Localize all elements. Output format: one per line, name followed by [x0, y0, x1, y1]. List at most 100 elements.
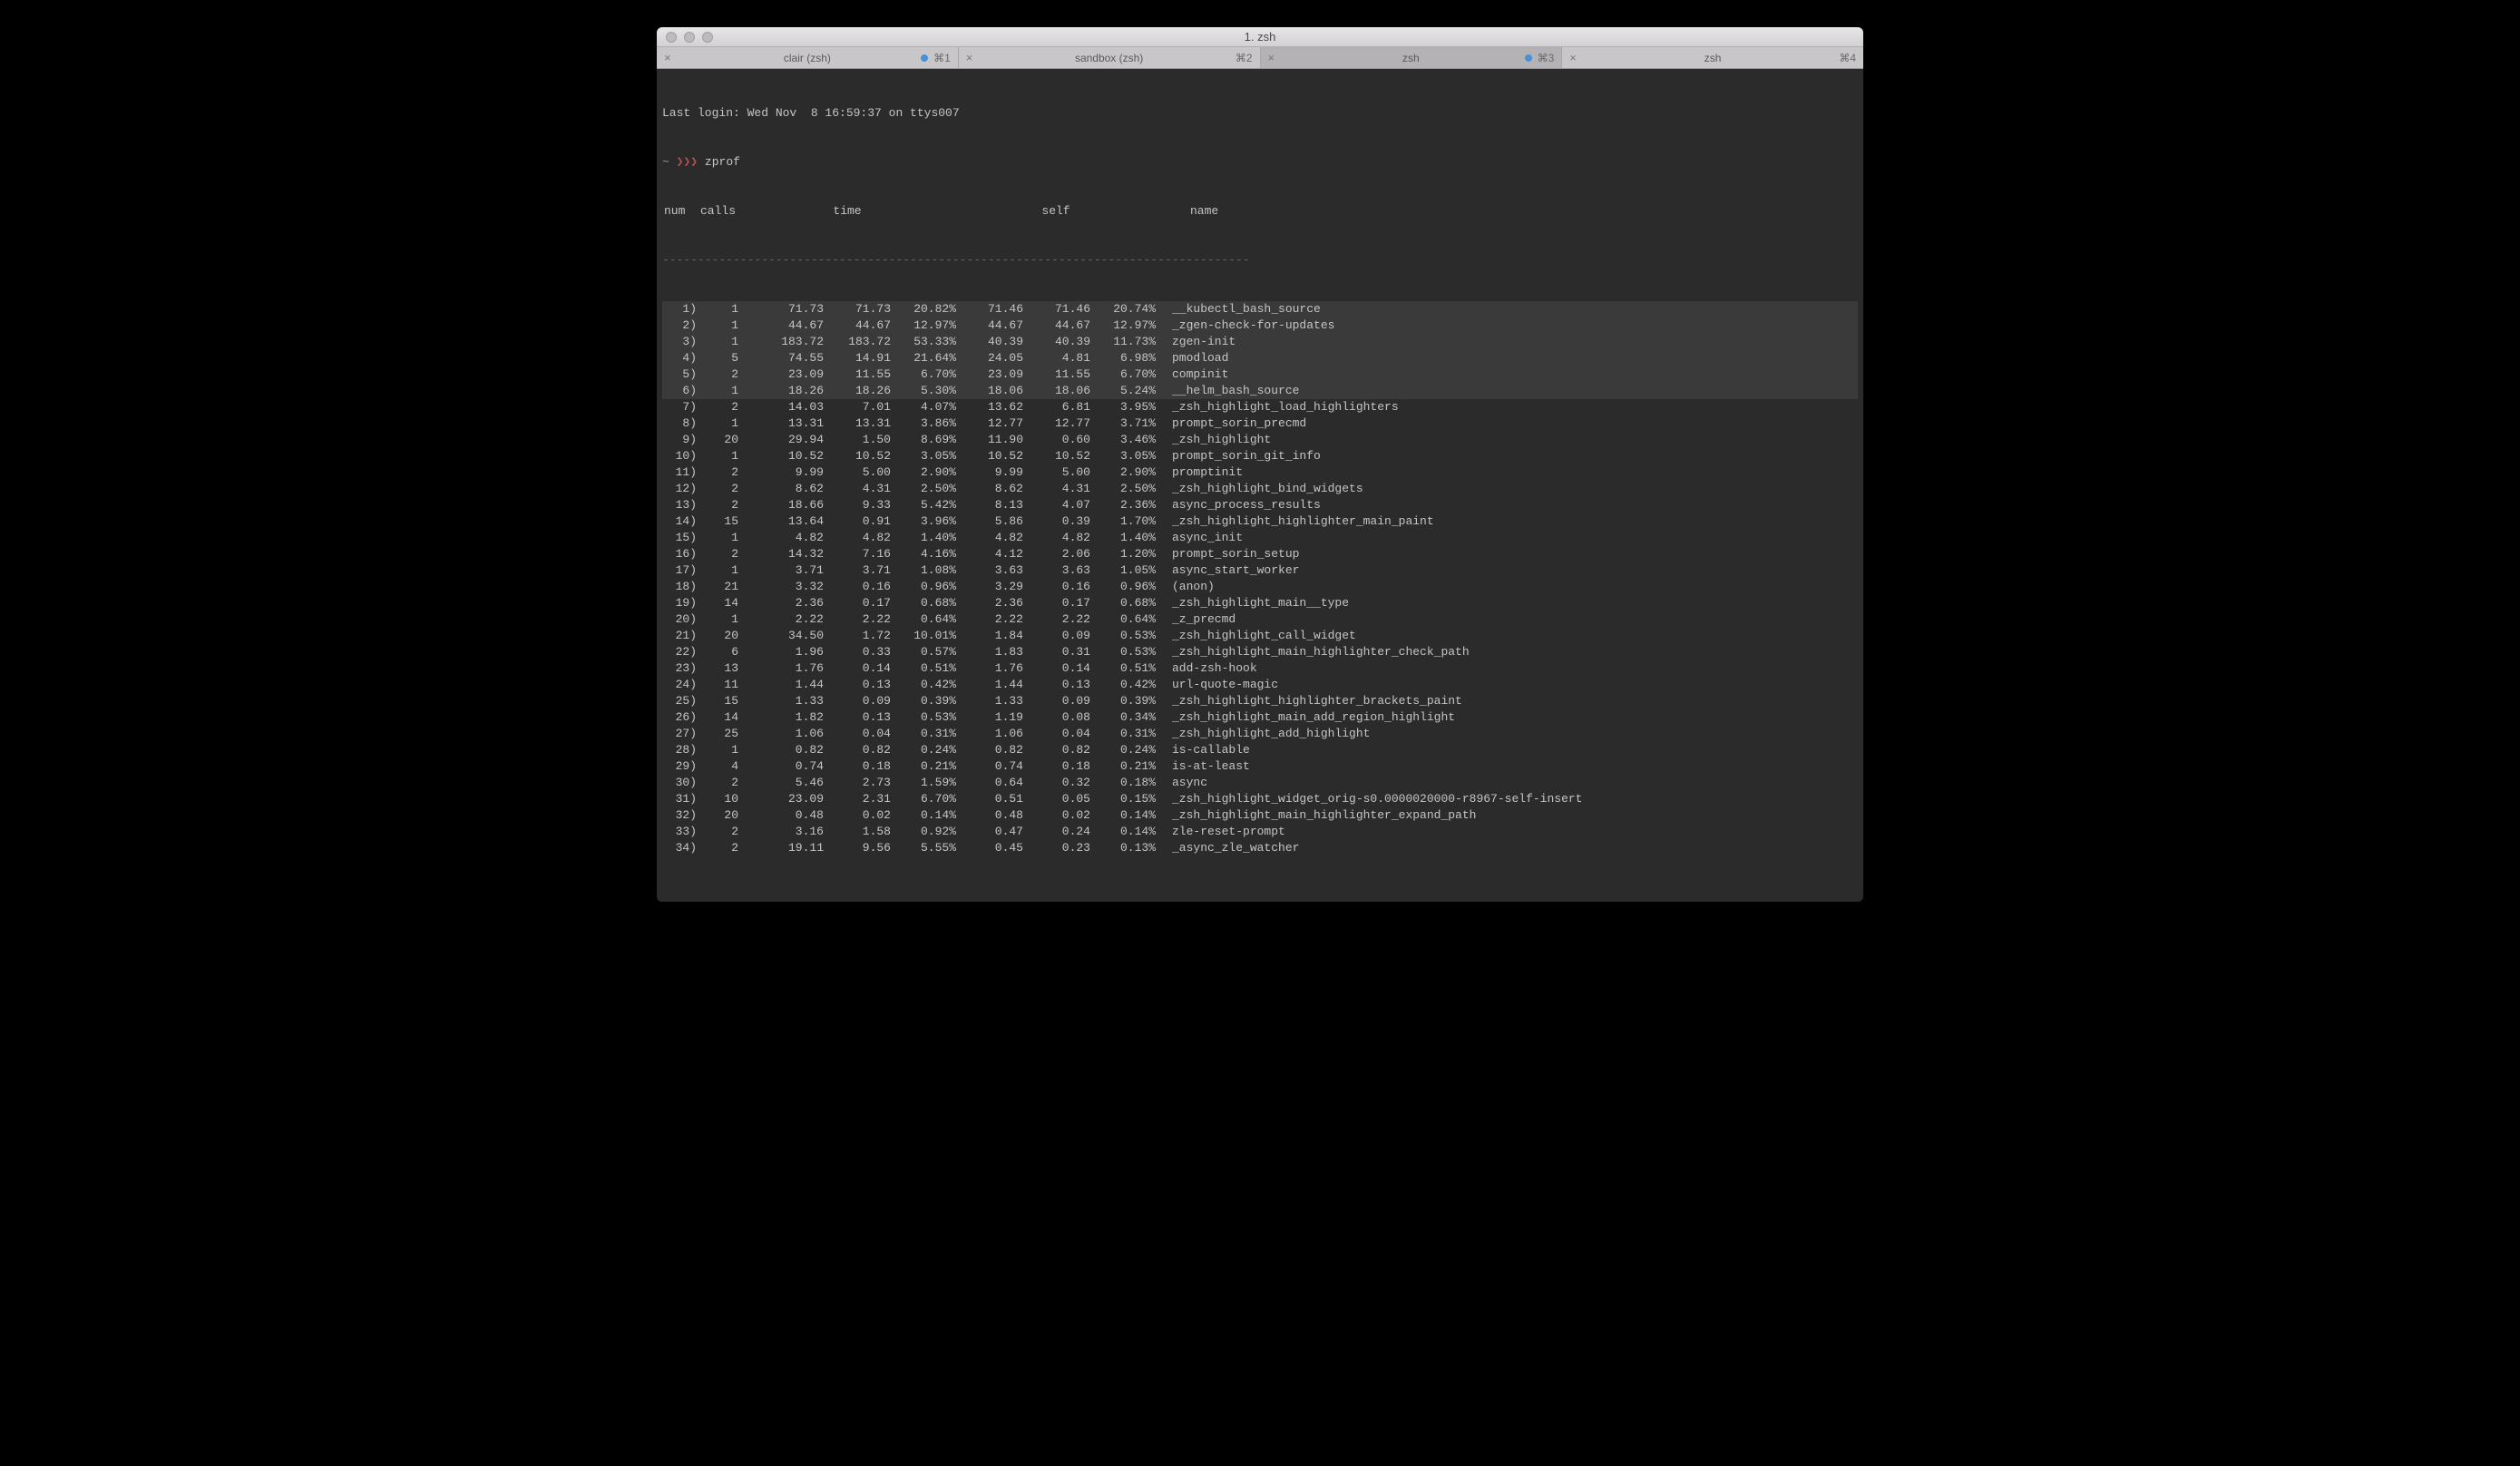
close-button[interactable] — [666, 32, 677, 43]
cell-s2: 0.18 — [1023, 758, 1090, 775]
cell-t2: 7.01 — [824, 399, 891, 415]
tab-right: ⌘2 — [1236, 52, 1253, 64]
cell-t2: 7.16 — [824, 546, 891, 562]
cell-num: 19) — [662, 595, 697, 611]
zoom-button[interactable] — [702, 32, 713, 43]
cell-t1: 23.09 — [738, 366, 824, 383]
cell-t1: 3.71 — [738, 562, 824, 579]
zprof-row: 27)251.060.040.31%1.060.040.31%_zsh_high… — [662, 726, 1858, 742]
cell-s1: 13.62 — [956, 399, 1023, 415]
tab-close-icon[interactable]: × — [664, 51, 671, 64]
cell-t2: 5.00 — [824, 464, 891, 481]
zprof-row: 31)1023.092.316.70%0.510.050.15%_zsh_hig… — [662, 791, 1858, 807]
cell-t3: 0.39% — [891, 693, 956, 709]
cell-t1: 4.82 — [738, 530, 824, 546]
cell-calls: 5 — [697, 350, 738, 366]
cell-s2: 0.31 — [1023, 644, 1090, 660]
cell-s1: 0.47 — [956, 824, 1023, 840]
zprof-row: 5)223.0911.556.70%23.0911.556.70%compini… — [662, 366, 1858, 383]
cell-s1: 8.13 — [956, 497, 1023, 513]
cell-s2: 40.39 — [1023, 334, 1090, 350]
cell-s3: 3.95% — [1090, 399, 1156, 415]
cell-t1: 14.03 — [738, 399, 824, 415]
terminal-body[interactable]: Last login: Wed Nov 8 16:59:37 on ttys00… — [657, 69, 1863, 902]
cell-s2: 6.81 — [1023, 399, 1090, 415]
cell-t2: 4.31 — [824, 481, 891, 497]
cell-name: _zsh_highlight_call_widget — [1156, 628, 1356, 644]
tab-1[interactable]: ×sandbox (zsh)⌘2 — [959, 47, 1261, 68]
zprof-row: 18)213.320.160.96%3.290.160.96%(anon) — [662, 579, 1858, 595]
zprof-row: 23)131.760.140.51%1.760.140.51%add-zsh-h… — [662, 660, 1858, 677]
tab-2[interactable]: ×zsh⌘3 — [1261, 47, 1563, 68]
cell-t1: 29.94 — [738, 432, 824, 448]
cell-s1: 24.05 — [956, 350, 1023, 366]
tab-right: ⌘3 — [1525, 52, 1555, 64]
minimize-button[interactable] — [684, 32, 695, 43]
cell-s2: 0.39 — [1023, 513, 1090, 530]
cell-s3: 1.05% — [1090, 562, 1156, 579]
zprof-row: 22)61.960.330.57%1.830.310.53%_zsh_highl… — [662, 644, 1858, 660]
cell-t2: 44.67 — [824, 318, 891, 334]
cell-num: 27) — [662, 726, 697, 742]
cell-s1: 0.51 — [956, 791, 1023, 807]
tab-close-icon[interactable]: × — [1569, 51, 1577, 64]
cell-calls: 1 — [697, 383, 738, 399]
cell-s2: 0.23 — [1023, 840, 1090, 856]
cell-name: _zsh_highlight_add_highlight — [1156, 726, 1370, 742]
cell-t3: 2.90% — [891, 464, 956, 481]
cell-calls: 1 — [697, 742, 738, 758]
zprof-row: 12)28.624.312.50%8.624.312.50%_zsh_highl… — [662, 481, 1858, 497]
cell-t3: 1.59% — [891, 775, 956, 791]
cell-s1: 3.29 — [956, 579, 1023, 595]
cell-calls: 2 — [697, 546, 738, 562]
cell-s2: 0.02 — [1023, 807, 1090, 824]
cell-s1: 4.12 — [956, 546, 1023, 562]
tab-right: ⌘1 — [921, 52, 951, 64]
cell-t1: 5.46 — [738, 775, 824, 791]
cell-t2: 183.72 — [824, 334, 891, 350]
cell-name: async_process_results — [1156, 497, 1321, 513]
cell-name: url-quote-magic — [1156, 677, 1278, 693]
tab-close-icon[interactable]: × — [1268, 51, 1275, 64]
tab-0[interactable]: × clair (zsh) ⌘1 — [657, 47, 959, 68]
cell-s2: 10.52 — [1023, 448, 1090, 464]
cell-t3: 21.64% — [891, 350, 956, 366]
cell-t1: 183.72 — [738, 334, 824, 350]
cell-s1: 1.33 — [956, 693, 1023, 709]
cell-name: async_start_worker — [1156, 562, 1299, 579]
cell-name: zle-reset-prompt — [1156, 824, 1285, 840]
tab-3[interactable]: ×zsh⌘4 — [1562, 47, 1863, 68]
cell-t1: 34.50 — [738, 628, 824, 644]
zprof-rows: 1)171.7371.7320.82%71.4671.4620.74%__kub… — [662, 301, 1858, 856]
cell-num: 13) — [662, 497, 697, 513]
cell-s3: 2.36% — [1090, 497, 1156, 513]
cell-name: prompt_sorin_git_info — [1156, 448, 1321, 464]
tab-close-icon[interactable]: × — [966, 51, 973, 64]
cell-name: _z_precmd — [1156, 611, 1236, 628]
cell-t1: 1.33 — [738, 693, 824, 709]
cell-s3: 5.24% — [1090, 383, 1156, 399]
cell-t3: 8.69% — [891, 432, 956, 448]
cell-t3: 6.70% — [891, 791, 956, 807]
cell-calls: 2 — [697, 775, 738, 791]
tab-title: clair (zsh) — [784, 52, 831, 64]
cell-t1: 18.66 — [738, 497, 824, 513]
zprof-row: 15)14.824.821.40%4.824.821.40%async_init — [662, 530, 1858, 546]
cell-s1: 18.06 — [956, 383, 1023, 399]
cell-t3: 0.51% — [891, 660, 956, 677]
cell-name: _zsh_highlight_load_highlighters — [1156, 399, 1399, 415]
titlebar[interactable]: 1. zsh — [657, 27, 1863, 47]
cell-num: 9) — [662, 432, 697, 448]
zprof-row: 19)142.360.170.68%2.360.170.68%_zsh_high… — [662, 595, 1858, 611]
cell-t2: 2.73 — [824, 775, 891, 791]
cell-name: _zsh_highlight_main_highlighter_expand_p… — [1156, 807, 1476, 824]
cell-t2: 0.18 — [824, 758, 891, 775]
cell-s1: 0.82 — [956, 742, 1023, 758]
cell-name: async_init — [1156, 530, 1243, 546]
cell-t1: 71.73 — [738, 301, 824, 318]
cell-t2: 0.17 — [824, 595, 891, 611]
cell-s3: 1.40% — [1090, 530, 1156, 546]
cell-s2: 0.16 — [1023, 579, 1090, 595]
cell-name: __kubectl_bash_source — [1156, 301, 1321, 318]
cell-s3: 3.46% — [1090, 432, 1156, 448]
